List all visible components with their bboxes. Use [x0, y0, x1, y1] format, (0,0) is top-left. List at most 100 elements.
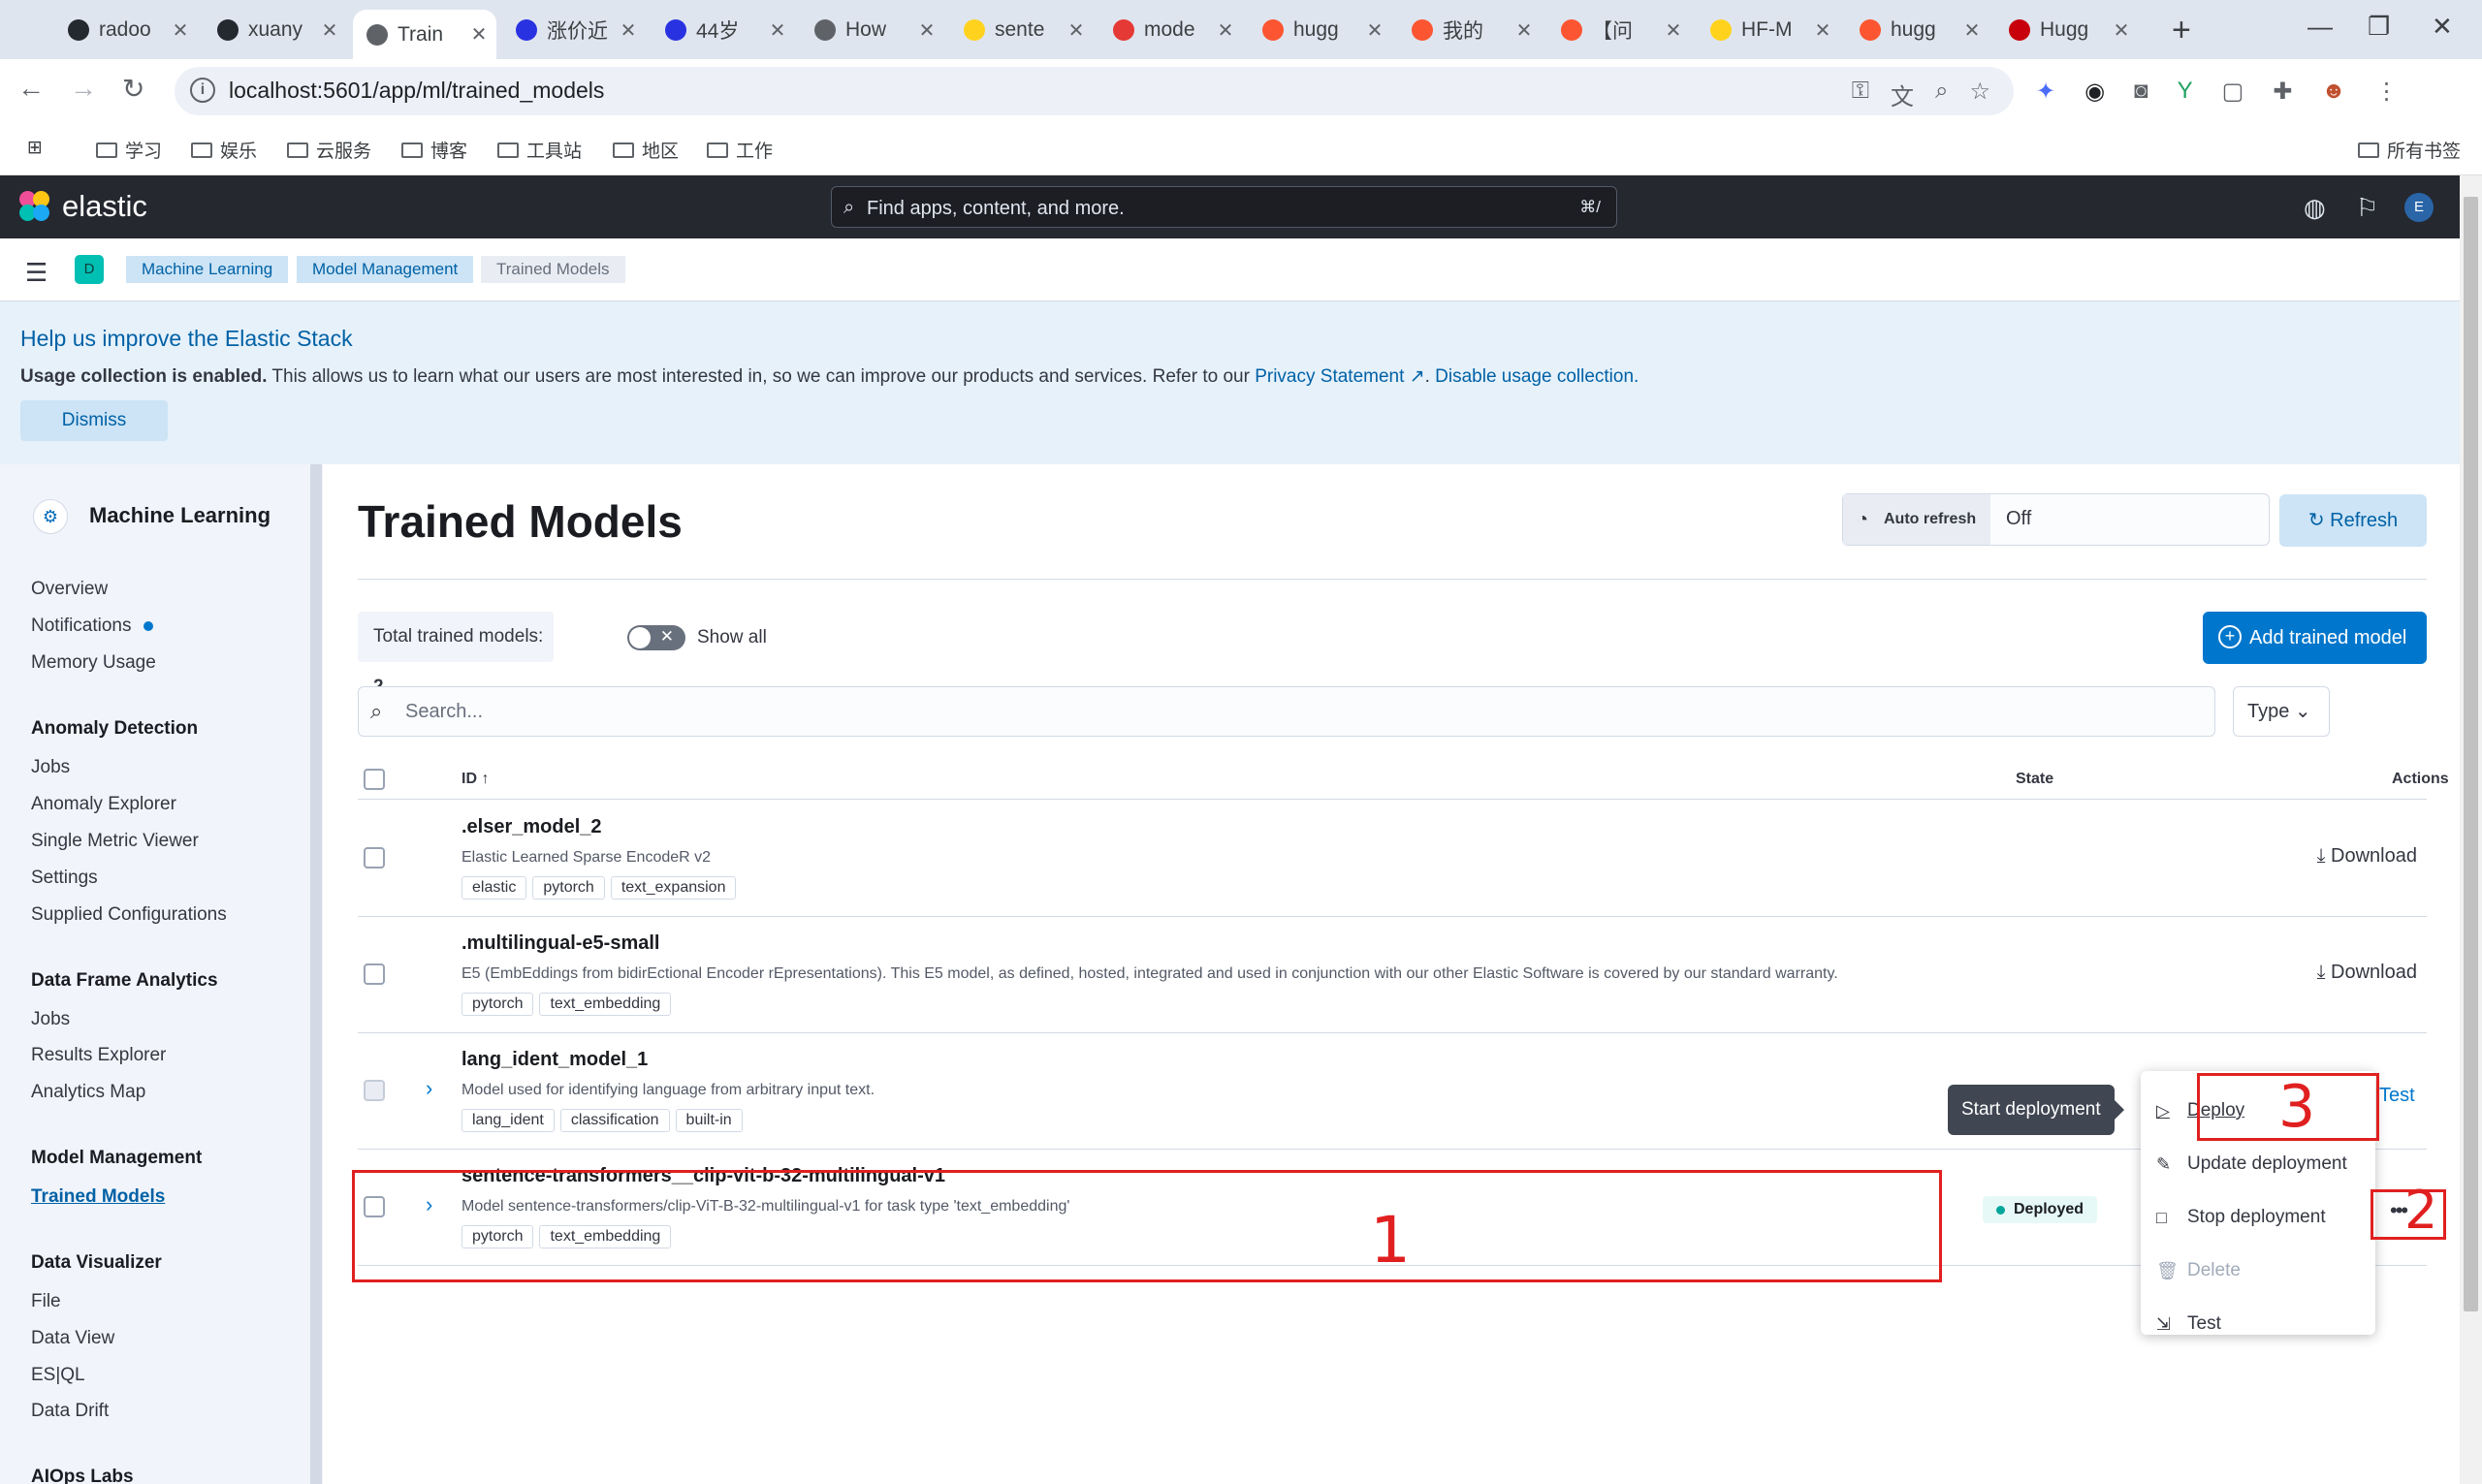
bookmark-folder[interactable]: 学习	[96, 137, 162, 163]
elastic-brand[interactable]: elastic	[62, 189, 147, 224]
nav-trained-models[interactable]: Trained Models	[31, 1186, 165, 1208]
translate-icon[interactable]: 文	[1891, 78, 1914, 111]
auto-refresh-value[interactable]: Off	[2006, 508, 2031, 530]
bookmark-folder[interactable]: 博客	[401, 137, 467, 163]
back-icon[interactable]: ←	[17, 73, 45, 104]
nav-settings[interactable]: Settings	[31, 868, 98, 889]
auto-refresh-picker[interactable]: ◔ Auto refresh Off	[1842, 493, 2270, 546]
show-all-label[interactable]: Show all	[697, 627, 767, 648]
nav-data-drift[interactable]: Data Drift	[31, 1401, 109, 1422]
privacy-statement-link[interactable]: Privacy Statement	[1255, 366, 1404, 387]
nav-memory-usage[interactable]: Memory Usage	[31, 652, 156, 674]
tab-close-icon[interactable]: ✕	[1664, 18, 1683, 43]
all-bookmarks[interactable]: 所有书签	[2358, 137, 2461, 163]
tab-close-icon[interactable]: ✕	[619, 18, 638, 43]
bookmark-folder[interactable]: 地区	[613, 137, 679, 163]
browser-tab[interactable]: hugg ✕	[1846, 10, 1989, 50]
scrollbar-thumb[interactable]	[2464, 197, 2478, 1311]
dismiss-button[interactable]: Dismiss	[20, 400, 168, 441]
nav-results-explorer[interactable]: Results Explorer	[31, 1045, 166, 1066]
breadcrumb-model-management[interactable]: Model Management	[297, 256, 474, 283]
tab-close-icon[interactable]: ✕	[2112, 18, 2131, 43]
expand-chevron-icon[interactable]: ›	[426, 1076, 432, 1101]
page-scrollbar[interactable]	[2460, 175, 2482, 1484]
show-all-switch[interactable]: ✕	[627, 625, 685, 650]
tab-close-icon[interactable]: ✕	[768, 18, 787, 43]
tab-close-icon[interactable]: ✕	[1216, 18, 1235, 43]
nav-data-view[interactable]: Data View	[31, 1328, 114, 1349]
row-checkbox[interactable]	[364, 963, 385, 985]
close-window-icon[interactable]: ✕	[2432, 12, 2453, 42]
browser-menu-icon[interactable]: ⋮	[2375, 78, 2399, 106]
site-info-icon[interactable]: i	[190, 78, 215, 103]
new-tab-button[interactable]: +	[2172, 12, 2191, 49]
nav-file[interactable]: File	[31, 1291, 61, 1312]
disable-usage-link[interactable]: Disable usage collection.	[1435, 366, 1639, 387]
browser-tab[interactable]: radoo ✕	[54, 10, 198, 50]
test-action-link[interactable]: Test	[2379, 1085, 2415, 1107]
bookmark-folder[interactable]: 工具站	[497, 137, 582, 163]
nav-supplied-configurations[interactable]: Supplied Configurations	[31, 904, 227, 926]
browser-tab[interactable]: 涨价近 ✕	[502, 10, 646, 50]
browser-tab[interactable]: mode ✕	[1099, 10, 1243, 50]
global-search-input[interactable]: ⌕ Find apps, content, and more. ⌘/	[831, 186, 1617, 228]
tab-close-icon[interactable]: ✕	[1514, 18, 1534, 43]
side-nav-scrollbar[interactable]	[310, 464, 322, 1484]
browser-tab[interactable]: xuany ✕	[204, 10, 347, 50]
nav-ad-jobs[interactable]: Jobs	[31, 757, 70, 778]
extension-1-icon[interactable]: ✦	[2036, 78, 2055, 106]
space-selector[interactable]: D	[75, 255, 104, 284]
nav-overview[interactable]: Overview	[31, 579, 108, 600]
bookmark-folder[interactable]: 娱乐	[191, 137, 257, 163]
browser-tab[interactable]: 【问 ✕	[1547, 10, 1691, 50]
news-feed-icon[interactable]: ⚐	[2356, 193, 2378, 223]
browser-tab[interactable]: How ✕	[801, 10, 944, 50]
nav-esql[interactable]: ES|QL	[31, 1365, 85, 1386]
tab-close-icon[interactable]: ✕	[1066, 18, 1086, 43]
download-button[interactable]: ⤓ Download	[2317, 962, 2417, 984]
apps-grid-icon[interactable]: ⊞	[27, 137, 43, 159]
camera-icon[interactable]: ◙	[2134, 78, 2148, 106]
tab-close-icon[interactable]: ✕	[320, 18, 339, 43]
profile-avatar-icon[interactable]: ☻	[2321, 78, 2345, 106]
zoom-icon[interactable]: ⌕	[1935, 78, 1948, 111]
extensions-puzzle-icon[interactable]: ✚	[2273, 78, 2292, 106]
tab-close-icon[interactable]: ✕	[469, 22, 489, 47]
minimize-icon[interactable]: —	[2307, 12, 2333, 42]
browser-tab[interactable]: HF-M ✕	[1697, 10, 1840, 50]
menu-item-test[interactable]: ⇲ Test	[2156, 1313, 2221, 1335]
reload-icon[interactable]: ↻	[122, 73, 144, 105]
restore-icon[interactable]: ❐	[2368, 12, 2390, 42]
forward-icon[interactable]: →	[70, 73, 97, 104]
download-button[interactable]: ⤓ Download	[2317, 845, 2417, 868]
tab-close-icon[interactable]: ✕	[1813, 18, 1832, 43]
bookmark-folder[interactable]: 工作	[707, 137, 773, 163]
models-search-input[interactable]: ⌕ Search...	[358, 686, 2215, 737]
row-checkbox[interactable]	[364, 847, 385, 868]
omnibox[interactable]: i localhost:5601/app/ml/trained_models ⚿…	[175, 67, 2014, 115]
bookmark-folder[interactable]: 云服务	[287, 137, 371, 163]
browser-tab[interactable]: Hugg ✕	[1995, 10, 2139, 50]
help-icon[interactable]: ◍	[2304, 193, 2326, 223]
nav-analytics-map[interactable]: Analytics Map	[31, 1082, 145, 1103]
nav-notifications[interactable]: Notifications	[31, 616, 153, 637]
add-trained-model-button[interactable]: + Add trained model	[2203, 612, 2427, 664]
browser-tab[interactable]: sente ✕	[950, 10, 1094, 50]
bookmark-star-icon[interactable]: ☆	[1969, 78, 1990, 111]
tab-close-icon[interactable]: ✕	[1962, 18, 1982, 43]
browser-tab[interactable]: Train ✕	[353, 10, 496, 59]
nav-dfa-jobs[interactable]: Jobs	[31, 1009, 70, 1030]
browser-tab[interactable]: 我的 ✕	[1398, 10, 1542, 50]
breadcrumb-machine-learning[interactable]: Machine Learning	[126, 256, 289, 283]
tab-close-icon[interactable]: ✕	[917, 18, 937, 43]
tab-close-icon[interactable]: ✕	[171, 18, 190, 43]
column-id[interactable]: ID ↑	[461, 771, 489, 788]
url-text[interactable]: localhost:5601/app/ml/trained_models	[229, 78, 604, 104]
extension-4-icon[interactable]: ▢	[2222, 78, 2244, 106]
user-avatar[interactable]: E	[2404, 193, 2434, 222]
menu-item-stop-deployment[interactable]: □ Stop deployment	[2156, 1207, 2326, 1228]
browser-tab[interactable]: hugg ✕	[1249, 10, 1392, 50]
nav-anomaly-explorer[interactable]: Anomaly Explorer	[31, 794, 176, 815]
type-filter-button[interactable]: Type ⌄	[2233, 686, 2330, 737]
refresh-button[interactable]: ↻ Refresh	[2279, 494, 2427, 547]
